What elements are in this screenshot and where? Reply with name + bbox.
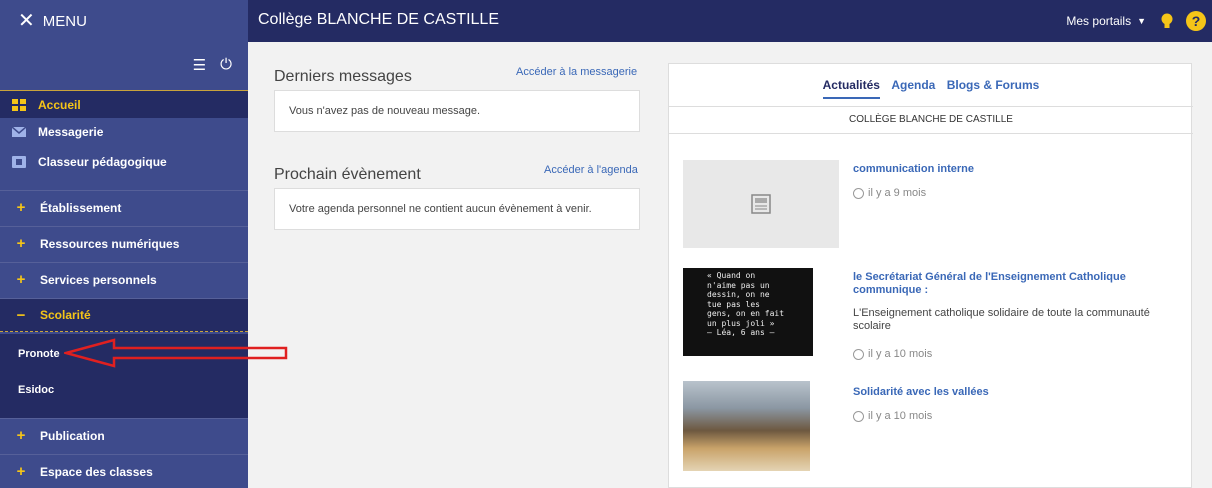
events-empty-text: Votre agenda personnel ne contient aucun… [289,203,592,215]
news-time: il y a 10 mois [853,348,932,360]
plus-icon: + [16,463,26,480]
binder-icon [12,156,26,168]
tab-actualites[interactable]: Actualités [822,78,880,99]
news-title[interactable]: Solidarité avec les vallées [853,386,1183,399]
grid-icon [12,98,26,111]
sidebar-item-label: Classeur pédagogique [38,155,167,169]
clock-icon [853,187,864,199]
power-icon[interactable]: ⏻ [220,56,232,74]
news-time-text: il y a 10 mois [868,410,933,422]
settings-sliders-icon[interactable]: ☰ [193,56,206,74]
sidebar-tools: ☰ ⏻ [193,56,232,74]
news-thumbnail[interactable] [683,160,839,248]
submenu-item-esidoc[interactable]: Esidoc [18,384,54,396]
sidebar-section-ressources[interactable]: + Ressources numériques [0,226,248,260]
sidebar-section-label: Publication [40,428,105,443]
caret-down-icon: ▼ [1137,16,1146,26]
news-time: il y a 10 mois [853,410,932,422]
menu-toggle-button[interactable]: ✕ MENU [0,0,248,42]
news-thumbnail[interactable] [683,381,810,471]
close-icon: ✕ [18,10,35,32]
news-thumbnail[interactable]: « Quand on n'aime pas un dessin, on ne t… [683,268,813,356]
messagerie-link[interactable]: Accéder à la messagerie [516,66,637,78]
news-description: L'Enseignement catholique solidaire de t… [853,307,1150,332]
sidebar-item-accueil[interactable]: Accueil [0,90,248,118]
sidebar-section-label: Espace des classes [40,464,153,479]
sidebar-item-label: Messagerie [38,125,104,139]
top-bar: ✕ MENU Collège BLANCHE DE CASTILLE Mes p… [0,0,1212,42]
panel-subtitle: COLLÈGE BLANCHE DE CASTILLE [669,106,1193,134]
tab-agenda[interactable]: Agenda [891,78,935,92]
plus-icon: + [16,235,26,252]
sidebar-section-espace-classes[interactable]: + Espace des classes [0,454,248,488]
sidebar-item-label: Accueil [38,97,81,112]
sidebar-section-etablissement[interactable]: + Établissement [0,190,248,224]
sidebar-section-services[interactable]: + Services personnels [0,262,248,296]
messages-empty-text: Vous n'avez pas de nouveau message. [289,105,481,117]
messages-title: Derniers messages [274,68,412,85]
plus-icon: + [16,271,26,288]
news-title[interactable]: le Secrétariat Général de l'Enseignement… [853,271,1183,297]
news-time-text: il y a 9 mois [868,187,927,199]
sidebar: ☰ ⏻ Accueil Messagerie Classeur pédagogi… [0,42,248,488]
sidebar-section-label: Services personnels [40,272,157,287]
page-title[interactable]: Collège BLANCHE DE CASTILLE [258,11,499,29]
submenu-item-pronote[interactable]: Pronote [18,348,60,360]
events-title: Prochain évènement [274,166,421,183]
panel-tabs: Actualités Agenda Blogs & Forums [669,78,1193,99]
news-title[interactable]: communication interne [853,163,1183,176]
help-icon[interactable]: ? [1186,11,1206,31]
lightbulb-icon[interactable] [1160,13,1174,30]
sidebar-section-label: Établissement [40,200,122,215]
news-time: il y a 9 mois [853,187,926,199]
menu-label: MENU [42,12,87,30]
plus-icon: + [16,427,26,444]
document-icon [751,194,771,214]
envelope-icon [12,126,26,137]
portails-label: Mes portails [1066,14,1132,28]
sidebar-section-scolarite[interactable]: − Scolarité [0,298,248,332]
sidebar-section-label: Ressources numériques [40,236,180,251]
tab-blogs-forums[interactable]: Blogs & Forums [947,78,1040,92]
clock-icon [853,410,864,422]
sidebar-item-classeur[interactable]: Classeur pédagogique [0,150,248,174]
clock-icon [853,348,864,360]
sidebar-item-messagerie[interactable]: Messagerie [0,120,248,144]
sidebar-section-publication[interactable]: + Publication [0,418,248,452]
news-time-text: il y a 10 mois [868,348,933,360]
news-panel: Actualités Agenda Blogs & Forums COLLÈGE… [668,63,1193,488]
annotation-arrow [64,338,288,368]
plus-icon: + [16,199,26,216]
minus-icon: − [16,306,26,324]
agenda-link[interactable]: Accéder à l'agenda [544,164,638,176]
events-empty-box: Votre agenda personnel ne contient aucun… [274,188,640,230]
portails-dropdown[interactable]: Mes portails ▼ [1066,14,1146,28]
messages-empty-box: Vous n'avez pas de nouveau message. [274,90,640,132]
sidebar-section-label: Scolarité [40,308,91,322]
